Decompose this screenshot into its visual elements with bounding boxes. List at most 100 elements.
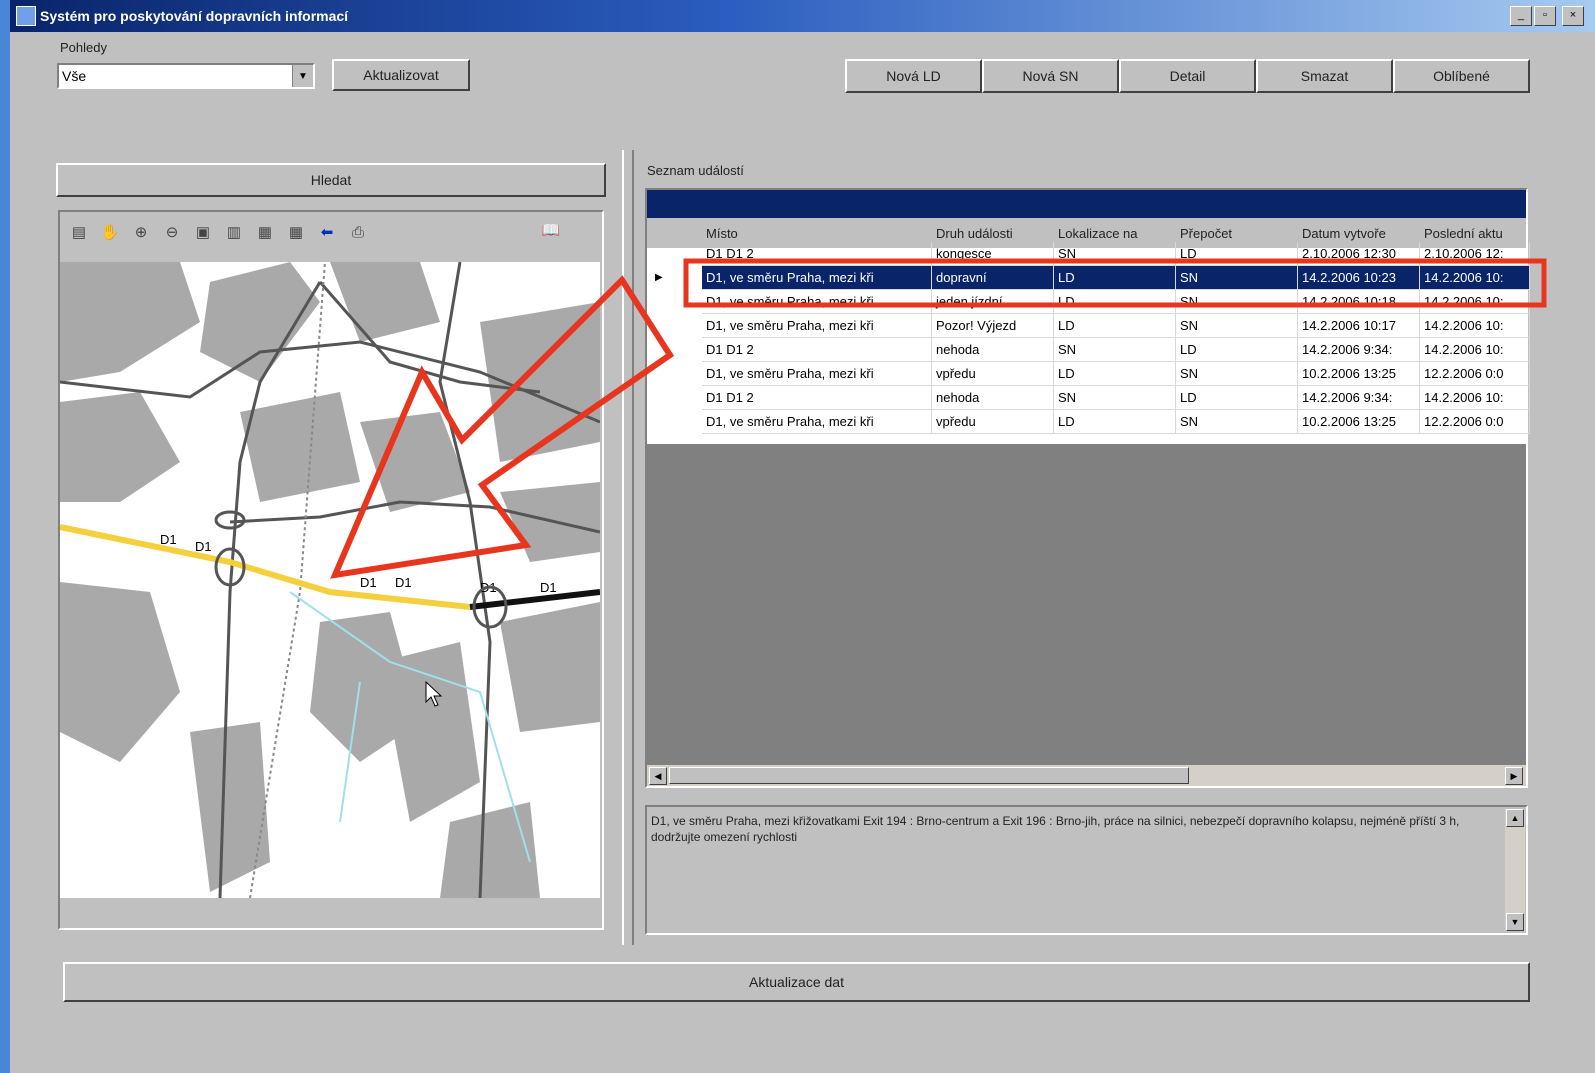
refresh-button[interactable]: Aktualizovat xyxy=(332,59,470,91)
scroll-right-icon[interactable]: ▶ xyxy=(1505,767,1523,785)
toolbar-button[interactable]: Nová LD xyxy=(845,59,982,93)
zoom-in-icon[interactable]: ⊕ xyxy=(130,222,152,244)
column-header[interactable]: Poslední aktu xyxy=(1424,226,1528,241)
table-cell: 14.2.2006 10:18 xyxy=(1298,290,1420,314)
table-cell: SN xyxy=(1176,266,1298,290)
table-row[interactable]: D1, ve směru Praha, mezi kři Pozor! Výjez… xyxy=(647,314,1530,338)
views-select[interactable]: Vše ▼ xyxy=(57,63,315,89)
table-cell: LD xyxy=(1176,242,1298,266)
table-cell: 14.2.2006 10: xyxy=(1420,314,1530,338)
detail-textarea[interactable]: D1, ve směru Praha, mezi křižovatkami Ex… xyxy=(645,805,1528,935)
table-cell: 14.2.2006 9:34: xyxy=(1298,386,1420,410)
table-cell: D1, ve směru Praha, mezi kři xyxy=(702,410,932,434)
table-row[interactable]: D1, ve směru Praha, mezi kři vpředu LD SN 10… xyxy=(647,410,1530,434)
table-cell: 14.2.2006 10:23 xyxy=(1298,266,1420,290)
zoom-out-icon[interactable]: ⊖ xyxy=(161,222,183,244)
row-marker-icon: ▶ xyxy=(655,272,663,283)
table-row[interactable]: D1 D1 2 kongesce SN LD 2.10.2006 12:30 2.10.2… xyxy=(647,242,1530,266)
map-canvas[interactable]: D1 D1 D1 D1 D1 D1 xyxy=(60,262,600,898)
table-cell: jeden jízdní xyxy=(932,290,1054,314)
table-cell: D1 D1 2 xyxy=(702,242,932,266)
events-grid: Místo Druh události Lokalizace na Přepočet D… xyxy=(645,188,1530,788)
table-row[interactable]: D1 D1 2 nehoda SN LD 14.2.2006 9:34: 14.2.200… xyxy=(647,338,1530,362)
table-cell: 14.2.2006 10: xyxy=(1420,386,1530,410)
table-row[interactable]: D1, ve směru Praha, mezi kři jeden jízdní… xyxy=(647,290,1530,314)
table-cell: SN xyxy=(1054,386,1176,410)
table-cell: nehoda xyxy=(932,338,1054,362)
table-row[interactable]: D1 D1 2 nehoda SN LD 14.2.2006 9:34: 14.2.200… xyxy=(647,386,1530,410)
minimize-button[interactable]: _ xyxy=(1510,6,1532,26)
table-cell: D1, ve směru Praha, mezi kři xyxy=(702,362,932,386)
table-cell: 14.2.2006 10: xyxy=(1420,338,1530,362)
grid-group-header xyxy=(647,190,1526,218)
views-label: Pohledy xyxy=(60,40,107,55)
app-window: Systém pro poskytování dopravních inform… xyxy=(10,0,1595,1073)
horizontal-scrollbar[interactable]: ◀ ▶ xyxy=(647,765,1526,786)
column-header[interactable]: Lokalizace na xyxy=(1058,226,1174,241)
road-label: D1 xyxy=(360,575,377,590)
map-toolbar: ▤ ✋ ⊕ ⊖ ▣ ▥ ▦ ▦ ⬅ ⎙ xyxy=(60,212,600,252)
grid-body: Místo Druh události Lokalizace na Přepočet D… xyxy=(647,218,1530,444)
road-label: D1 xyxy=(160,532,177,547)
column-header[interactable]: Druh události xyxy=(936,226,1052,241)
road-label: D1 xyxy=(195,539,212,554)
chart-alt-icon[interactable]: ▦ xyxy=(254,222,276,244)
table-cell: 14.2.2006 9:34: xyxy=(1298,338,1420,362)
close-button[interactable]: × xyxy=(1562,6,1584,26)
table-cell: 12.2.2006 0:0 xyxy=(1420,362,1530,386)
book-icon[interactable]: 📖 xyxy=(540,220,562,242)
table-cell: 14.2.2006 10: xyxy=(1420,266,1530,290)
table-cell: 2.10.2006 12: xyxy=(1420,242,1530,266)
table-cell: 14.2.2006 10: xyxy=(1420,290,1530,314)
road-label: D1 xyxy=(395,575,412,590)
table-cell: SN xyxy=(1176,362,1298,386)
table-cell: Pozor! Výjezd xyxy=(932,314,1054,338)
toolbar-button[interactable]: Detail xyxy=(1119,59,1256,93)
full-extent-icon[interactable]: ▣ xyxy=(192,222,214,244)
map-panel: ▤ ✋ ⊕ ⊖ ▣ ▥ ▦ ▦ ⬅ ⎙ 📖 D1 D1 D1 D1 D1 D1 xyxy=(58,210,604,930)
update-data-button[interactable]: Aktualizace dat xyxy=(63,962,1530,1002)
scroll-thumb[interactable] xyxy=(669,767,1189,784)
column-header[interactable]: Místo xyxy=(706,226,930,241)
table-cell: nehoda xyxy=(932,386,1054,410)
search-button[interactable]: Hledat xyxy=(56,163,606,197)
table-cell: LD xyxy=(1176,386,1298,410)
layers-icon[interactable]: ▤ xyxy=(68,222,90,244)
toolbar-button[interactable]: Smazat xyxy=(1256,59,1393,93)
scroll-up-icon[interactable]: ▲ xyxy=(1506,809,1524,827)
table-cell: vpředu xyxy=(932,410,1054,434)
toolbar-button[interactable]: Nová SN xyxy=(982,59,1119,93)
back-arrow-icon[interactable]: ⬅ xyxy=(316,222,338,244)
column-header[interactable]: Datum vytvoře xyxy=(1302,226,1418,241)
splitter[interactable] xyxy=(622,150,634,945)
column-header[interactable]: Přepočet xyxy=(1180,226,1296,241)
pan-hand-icon[interactable]: ✋ xyxy=(99,222,121,244)
table-cell: 10.2.2006 13:25 xyxy=(1298,410,1420,434)
scroll-down-icon[interactable]: ▼ xyxy=(1506,913,1524,931)
scroll-left-icon[interactable]: ◀ xyxy=(649,767,667,785)
vertical-scrollbar[interactable]: ▲ ▼ xyxy=(1505,809,1525,931)
table-cell: SN xyxy=(1176,290,1298,314)
table-row[interactable]: D1, ve směru Praha, mezi kři vpředu LD SN 10… xyxy=(647,362,1530,386)
table-cell: 14.2.2006 10:17 xyxy=(1298,314,1420,338)
table-cell: LD xyxy=(1054,314,1176,338)
table-cell: D1 D1 2 xyxy=(702,386,932,410)
table-cell: D1, ve směru Praha, mezi kři xyxy=(702,314,932,338)
print-icon[interactable]: ⎙ xyxy=(347,222,369,244)
app-icon xyxy=(16,6,36,26)
chevron-down-icon[interactable]: ▼ xyxy=(292,65,313,87)
table-cell: dopravní xyxy=(932,266,1054,290)
table-cell: D1, ve směru Praha, mezi kři xyxy=(702,266,932,290)
table-cell: LD xyxy=(1054,290,1176,314)
title-bar: Systém pro poskytování dopravních inform… xyxy=(10,0,1595,32)
grid-icon[interactable]: ▦ xyxy=(285,222,307,244)
chart-icon[interactable]: ▥ xyxy=(223,222,245,244)
table-row-selected[interactable]: ▶ D1, ve směru Praha, mezi kři dopravní LD S… xyxy=(647,266,1530,290)
detail-text: D1, ve směru Praha, mezi křižovatkami Ex… xyxy=(651,814,1460,844)
table-cell: 12.2.2006 0:0 xyxy=(1420,410,1530,434)
views-select-value: Vše xyxy=(62,68,87,84)
toolbar-button[interactable]: Oblíbené xyxy=(1393,59,1530,93)
table-cell: SN xyxy=(1054,338,1176,362)
maximize-button[interactable]: ▫ xyxy=(1534,6,1556,26)
window-title: Systém pro poskytování dopravních inform… xyxy=(40,8,349,24)
